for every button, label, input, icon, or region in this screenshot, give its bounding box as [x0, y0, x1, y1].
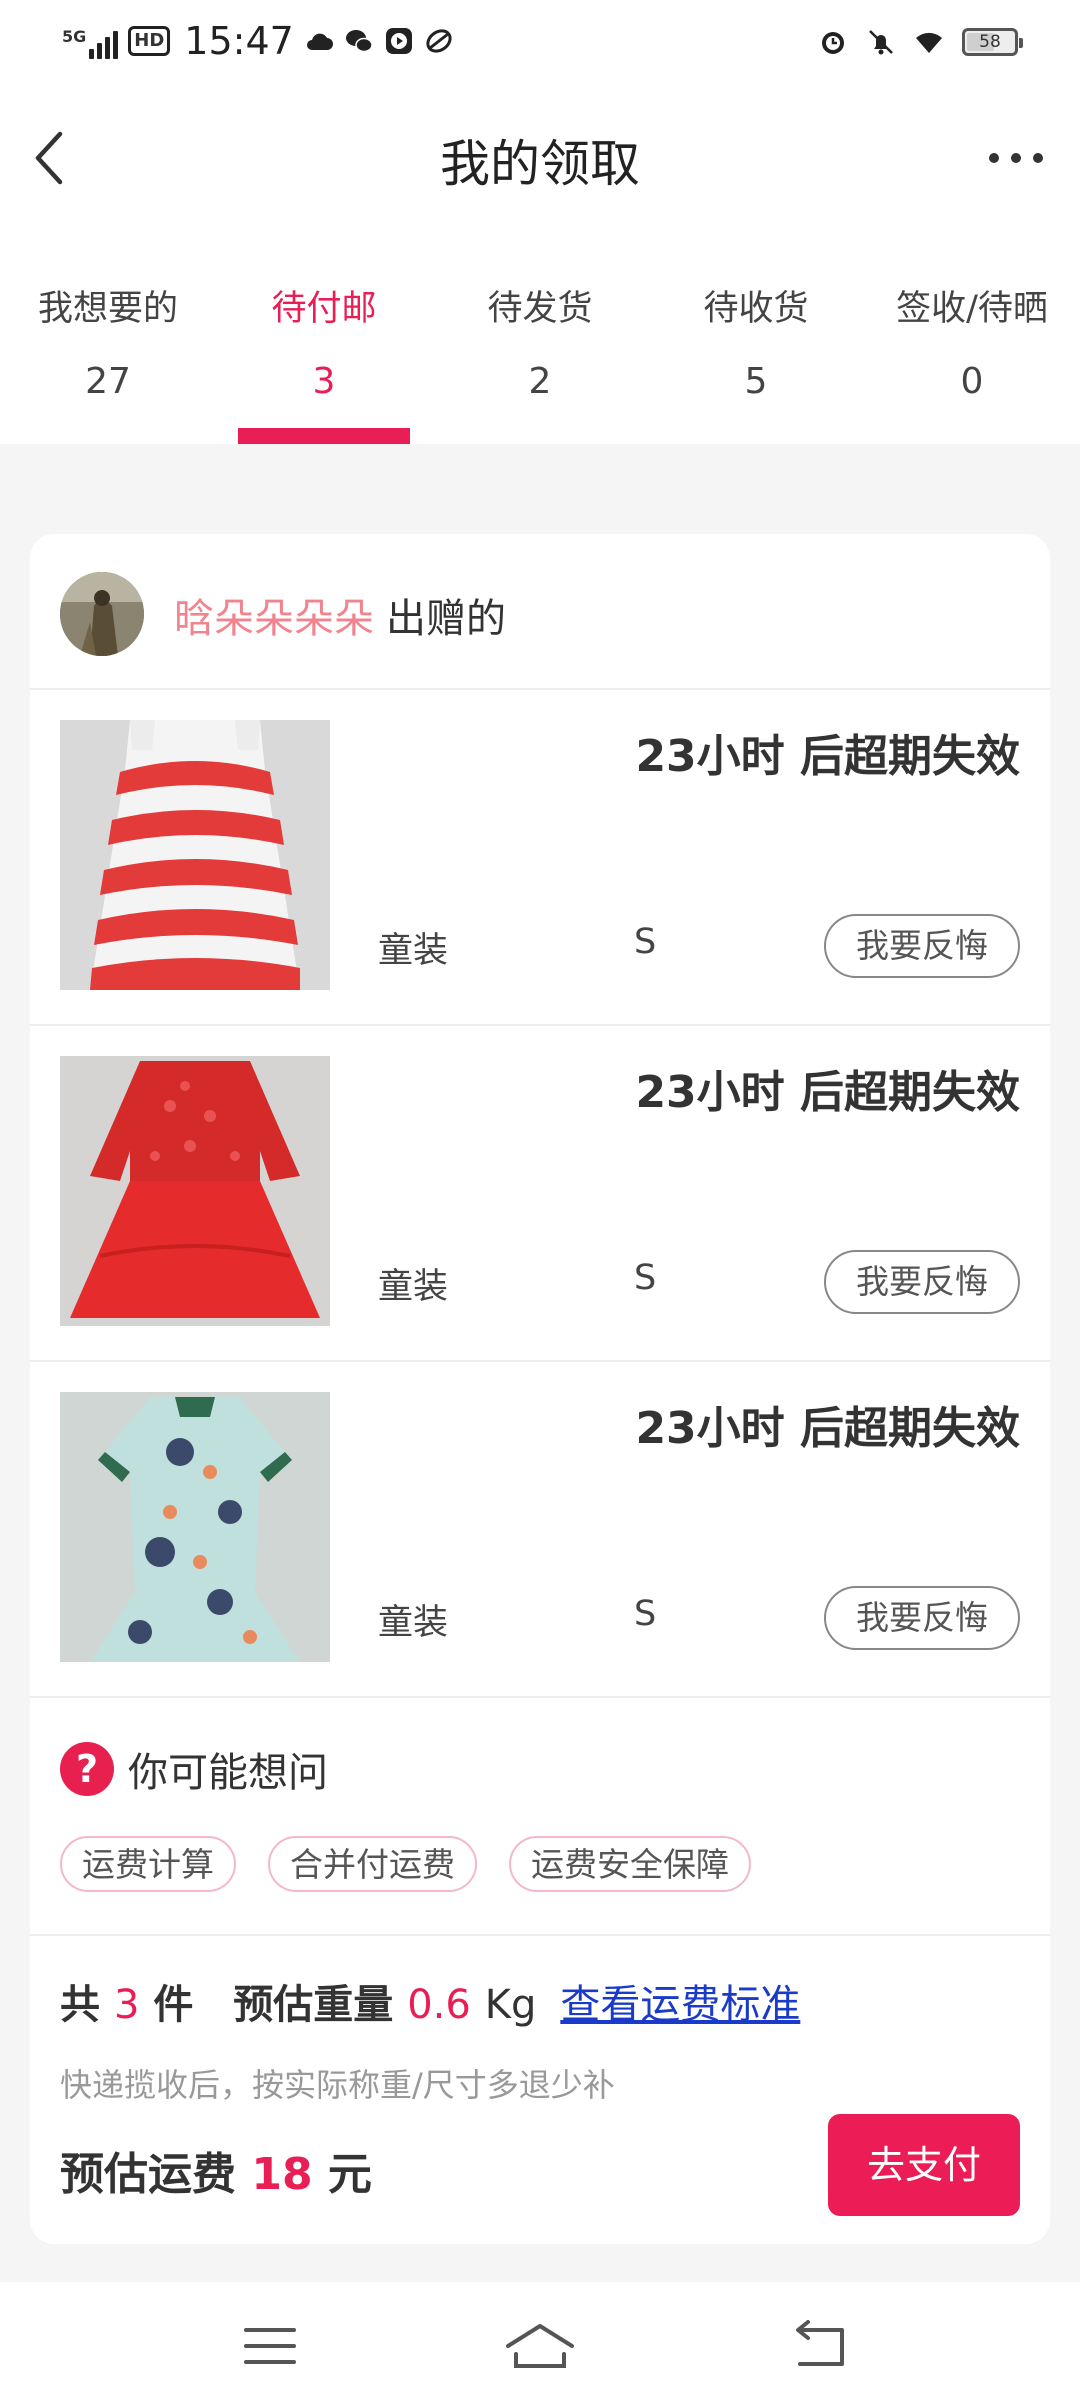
system-nav-bar — [0, 2282, 1080, 2408]
question-icon: ? — [60, 1742, 114, 1796]
tab-label: 待发货 — [487, 289, 593, 329]
faq-chip-postage-safety[interactable]: 运费安全保障 — [509, 1836, 751, 1892]
tab-wanted[interactable]: 我想要的 27 — [0, 230, 216, 444]
weight-label: 预估重量 — [233, 1982, 394, 2028]
mute-icon — [869, 30, 893, 55]
alarm-icon — [822, 32, 844, 54]
order-card: 晗朵朵朵朵 出赠的 23小时 后超期失效 童装 S 我要反悔 23小时 后超期失… — [30, 534, 1050, 2244]
product-image[interactable] — [60, 1056, 330, 1326]
weight-value: 0.6 — [407, 1982, 471, 2028]
status-right: 58 — [818, 18, 1023, 66]
item-category: 童装 — [378, 931, 449, 971]
faq-chip-shipping-calc[interactable]: 运费计算 — [60, 1836, 236, 1892]
expire-text: 23小时 后超期失效 — [635, 1067, 1020, 1118]
giver-text: 晗朵朵朵朵 出赠的 — [174, 586, 506, 644]
product-image[interactable] — [60, 1392, 330, 1662]
faq-header: ? 你可能想问 — [60, 1740, 328, 1798]
total-count: 3 — [113, 1982, 140, 2028]
item-size: S — [634, 1594, 657, 1634]
expire-text: 23小时 后超期失效 — [635, 731, 1020, 782]
giver-suffix: 出赠的 — [386, 596, 506, 642]
faq-title: 你可能想问 — [128, 1750, 328, 1796]
tab-label: 待收货 — [703, 289, 809, 329]
item-size: S — [634, 1258, 657, 1298]
list-item[interactable]: 23小时 后超期失效 童装 S 我要反悔 — [30, 1362, 1050, 1698]
tab-count: 27 — [85, 361, 131, 402]
giver-row[interactable]: 晗朵朵朵朵 出赠的 — [30, 534, 1050, 690]
home-icon[interactable] — [500, 2316, 580, 2376]
avatar[interactable] — [60, 572, 144, 656]
tab-count: 2 — [528, 361, 552, 402]
status-time: 15:47 — [184, 19, 294, 63]
hd-badge: HD — [128, 26, 171, 56]
tab-count: 5 — [744, 361, 768, 402]
item-category: 童装 — [378, 1603, 449, 1643]
app-header: 我的领取 — [0, 84, 1080, 230]
tab-pending-shipment[interactable]: 待发货 2 — [432, 230, 648, 444]
tab-label: 待付邮 — [271, 289, 377, 329]
more-icon[interactable] — [976, 128, 1056, 188]
regret-button[interactable]: 我要反悔 — [824, 914, 1020, 978]
shipping-standard-link[interactable]: 查看运费标准 — [560, 1982, 800, 2028]
faq-chips: 运费计算 合并付运费 运费安全保障 — [60, 1836, 751, 1892]
list-item[interactable]: 23小时 后超期失效 童装 S 我要反悔 — [30, 1026, 1050, 1362]
cellular-signal-icon: 5G — [62, 23, 119, 59]
menu-icon[interactable] — [230, 2316, 310, 2376]
battery-level: 58 — [979, 32, 1001, 52]
total-unit: 件 — [153, 1982, 194, 2028]
total-prefix: 共 — [60, 1982, 100, 2028]
red-white-striped-dress-image — [60, 720, 330, 990]
play-icon — [385, 28, 412, 54]
estimated-fee: 预估运费 18 元 — [60, 2138, 372, 2202]
cloud-icon — [306, 33, 333, 50]
wifi-icon — [916, 32, 942, 53]
tab-label: 签收/待晒 — [896, 289, 1048, 329]
tab-pending-postage[interactable]: 待付邮 3 — [216, 230, 432, 444]
tab-signed-show[interactable]: 签收/待晒 0 — [864, 230, 1080, 444]
expire-text: 23小时 后超期失效 — [635, 1403, 1020, 1454]
fee-label: 预估运费 — [60, 2149, 236, 2200]
fee-value: 18 — [251, 2149, 313, 2200]
faq-chip-merge-postage[interactable]: 合并付运费 — [268, 1836, 477, 1892]
tab-pending-receipt[interactable]: 待收货 5 — [648, 230, 864, 444]
payment-summary: 共 3 件 预估重量 0.6 Kg 查看运费标准 快递揽收后，按实际称重/尺寸多… — [30, 1936, 1050, 2244]
page-title: 我的领取 — [440, 135, 640, 193]
weight-unit: Kg — [484, 1982, 537, 2028]
giver-name[interactable]: 晗朵朵朵朵 — [174, 596, 374, 642]
avatar-image — [60, 572, 144, 656]
status-tabs: 我想要的 27 待付邮 3 待发货 2 待收货 5 签收/待晒 0 — [0, 230, 1080, 444]
active-tab-indicator — [238, 428, 410, 444]
wechat-icon — [345, 30, 373, 53]
battery-icon: 58 — [962, 28, 1023, 56]
back-icon[interactable] — [780, 2316, 860, 2376]
item-category: 童装 — [378, 1267, 449, 1307]
pay-button[interactable]: 去支付 — [828, 2114, 1020, 2216]
floral-qipao-dress-image — [60, 1392, 330, 1662]
red-lace-tulle-dress-image — [60, 1056, 330, 1326]
regret-button[interactable]: 我要反悔 — [824, 1586, 1020, 1650]
tab-label: 我想要的 — [37, 289, 178, 329]
tab-count: 0 — [960, 361, 984, 402]
status-left: 5G HD 15:47 — [62, 16, 454, 66]
leaf-icon — [426, 29, 452, 53]
regret-button[interactable]: 我要反悔 — [824, 1250, 1020, 1314]
faq-section: ? 你可能想问 运费计算 合并付运费 运费安全保障 — [30, 1698, 1050, 1936]
fee-unit: 元 — [327, 2149, 372, 2200]
product-image[interactable] — [60, 720, 330, 990]
list-item[interactable]: 23小时 后超期失效 童装 S 我要反悔 — [30, 690, 1050, 1026]
network-type: 5G — [62, 27, 87, 46]
summary-line: 共 3 件 预估重量 0.6 Kg 查看运费标准 — [60, 1972, 800, 2030]
tab-count: 3 — [312, 361, 336, 402]
item-size: S — [634, 922, 657, 962]
summary-note: 快递揽收后，按实际称重/尺寸多退少补 — [60, 2066, 615, 2104]
status-bar: 5G HD 15:47 58 — [0, 0, 1080, 84]
